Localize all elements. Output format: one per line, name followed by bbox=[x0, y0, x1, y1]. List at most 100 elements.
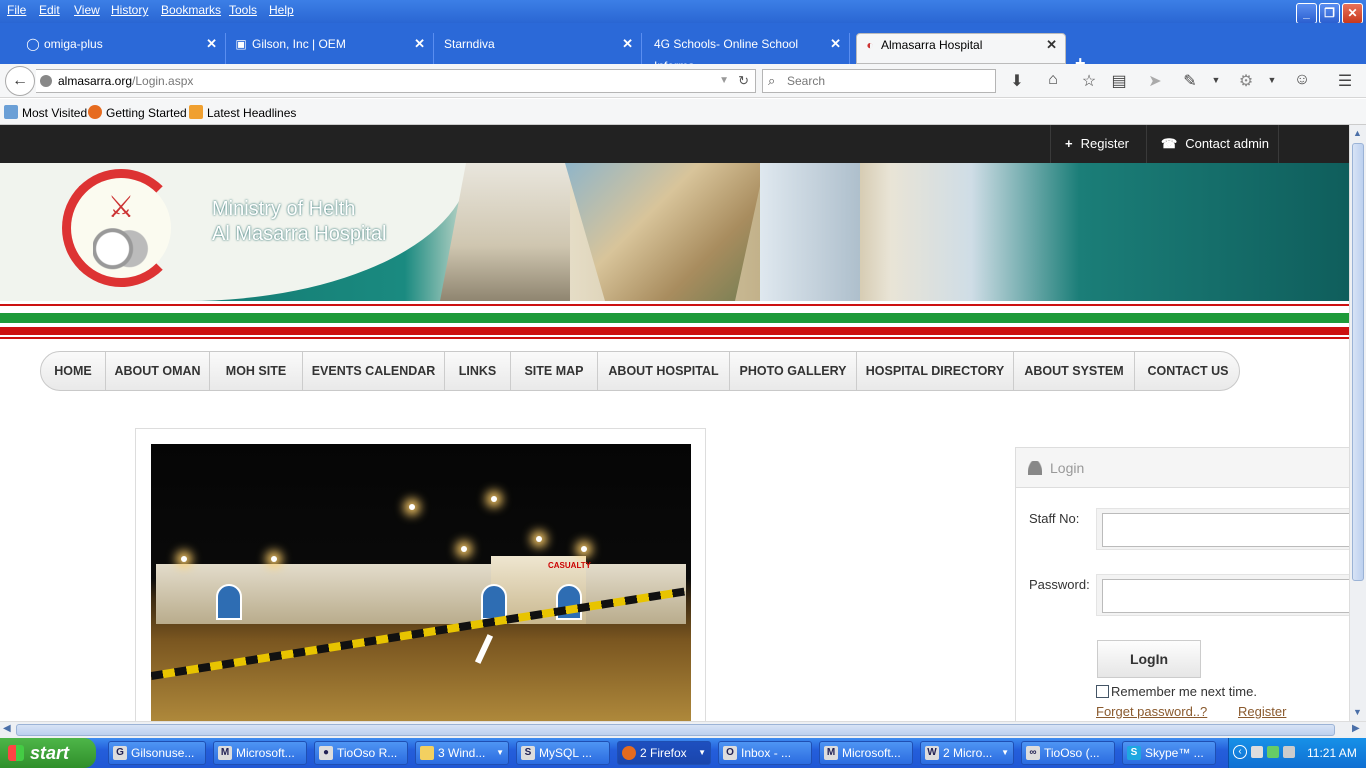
nav-links[interactable]: LINKS bbox=[445, 352, 511, 390]
nav-about-oman[interactable]: ABOUT OMAN bbox=[106, 352, 210, 390]
restore-button[interactable]: ❐ bbox=[1319, 3, 1340, 24]
search-input[interactable]: ⌕ Search bbox=[762, 69, 996, 93]
nav-moh-site[interactable]: MOH SITE bbox=[210, 352, 303, 390]
bookmark-getting-started[interactable]: Getting Started bbox=[88, 105, 187, 120]
login-title: Login bbox=[1050, 460, 1085, 476]
tab-title: Gilson, Inc | OEM bbox=[252, 37, 346, 51]
hamburger-menu-icon[interactable]: ☰ bbox=[1335, 71, 1355, 91]
loading-icon: ◐ bbox=[866, 38, 874, 52]
menu-tools[interactable]: Tools bbox=[229, 3, 257, 17]
eyedropper-icon[interactable]: ✎ bbox=[1180, 71, 1200, 91]
taskbar-item[interactable]: M Microsoft... bbox=[819, 741, 913, 765]
taskbar-item[interactable]: ● TioOso R... bbox=[314, 741, 408, 765]
nav-site-map[interactable]: SITE MAP bbox=[511, 352, 598, 390]
scroll-down-icon[interactable]: ▼ bbox=[1353, 707, 1362, 717]
taskbar-item[interactable]: M Microsoft... bbox=[213, 741, 307, 765]
reading-list-icon[interactable]: ▤ bbox=[1109, 71, 1129, 91]
nav-hospital-directory[interactable]: HOSPITAL DIRECTORY bbox=[857, 352, 1014, 390]
dropdown-arrow-icon[interactable]: ▼ bbox=[1206, 75, 1226, 85]
taskbar-item[interactable]: ∞ TioOso (... bbox=[1021, 741, 1115, 765]
start-button[interactable]: start bbox=[0, 738, 96, 768]
horizontal-scroll-thumb[interactable] bbox=[16, 724, 1335, 736]
dropdown-arrow-icon: ▼ bbox=[1001, 748, 1009, 757]
menu-history[interactable]: History bbox=[111, 3, 148, 17]
menu-help[interactable]: Help bbox=[269, 3, 294, 17]
url-bar[interactable]: almasarra.org/Login.aspx ▼ ↻ bbox=[36, 69, 756, 93]
network-icon[interactable] bbox=[1251, 746, 1263, 758]
smiley-icon[interactable]: ☺ bbox=[1292, 71, 1312, 89]
tab-4g-schools[interactable]: 4G Schools- Online School Informa... ✕ bbox=[644, 33, 850, 73]
remember-me-checkbox[interactable] bbox=[1096, 685, 1109, 698]
home-icon[interactable]: ⌂ bbox=[1043, 71, 1063, 89]
close-tab-icon[interactable]: ✕ bbox=[206, 33, 217, 55]
security-icon[interactable] bbox=[1267, 746, 1279, 758]
taskbar-item[interactable]: S MySQL ... bbox=[516, 741, 610, 765]
vertical-scroll-thumb[interactable] bbox=[1352, 143, 1364, 581]
nav-contact-us[interactable]: CONTACT US bbox=[1135, 352, 1239, 390]
taskbar-item[interactable]: 3 Wind... ▼ bbox=[415, 741, 509, 765]
nav-about-system[interactable]: ABOUT SYSTEM bbox=[1014, 352, 1135, 390]
firefox-icon bbox=[622, 746, 636, 760]
vertical-scrollbar[interactable]: ▲ ▼ bbox=[1349, 125, 1366, 721]
nav-about-hospital[interactable]: ABOUT HOSPITAL bbox=[598, 352, 730, 390]
nav-photo-gallery[interactable]: PHOTO GALLERY bbox=[730, 352, 857, 390]
bookmark-most-visited[interactable]: Most Visited bbox=[4, 105, 87, 120]
login-register-link[interactable]: Register bbox=[1238, 704, 1286, 719]
menu-edit[interactable]: Edit bbox=[39, 3, 60, 17]
tab-omiga-plus[interactable]: ◯ omiga-plus ✕ bbox=[20, 33, 226, 64]
taskbar-item[interactable]: S Skype™ ... bbox=[1122, 741, 1216, 765]
taskbar-item[interactable]: G Gilsonuse... bbox=[108, 741, 206, 765]
scroll-up-icon[interactable]: ▲ bbox=[1353, 128, 1362, 138]
tab-almasarra[interactable]: ◐ Almasarra Hospital ✕ bbox=[856, 33, 1066, 64]
forgot-password-link[interactable]: Forget password..? bbox=[1096, 704, 1207, 719]
tab-strip: ◯ omiga-plus ✕ ▣ Gilson, Inc | OEM ✕ Sta… bbox=[0, 23, 1366, 73]
minimize-button[interactable]: _ bbox=[1296, 3, 1317, 24]
chat-icon: ∞ bbox=[1026, 746, 1040, 760]
dropdown-arrow-icon[interactable]: ▼ bbox=[719, 70, 729, 92]
bookmark-star-icon[interactable]: ☆ bbox=[1079, 71, 1099, 91]
close-tab-icon[interactable]: ✕ bbox=[830, 33, 841, 55]
menu-view[interactable]: View bbox=[74, 3, 100, 17]
download-icon[interactable]: ⬇ bbox=[1007, 71, 1027, 91]
dropdown-arrow-icon: ▼ bbox=[496, 748, 504, 757]
ministry-logo: ⚔ bbox=[62, 169, 180, 287]
tray-expand-icon[interactable]: ‹ bbox=[1233, 745, 1247, 759]
taskbar-item[interactable]: O Inbox - ... bbox=[718, 741, 812, 765]
close-window-button[interactable]: ✕ bbox=[1342, 3, 1363, 24]
send-icon[interactable]: ➤ bbox=[1145, 71, 1165, 91]
staff-no-field-wrap bbox=[1096, 508, 1349, 550]
remember-me[interactable]: Remember me next time. bbox=[1096, 684, 1257, 699]
word-icon: W bbox=[925, 746, 939, 760]
password-input[interactable] bbox=[1102, 579, 1349, 613]
close-tab-icon[interactable]: ✕ bbox=[414, 33, 425, 55]
tab-gilson[interactable]: ▣ Gilson, Inc | OEM ✕ bbox=[228, 33, 434, 64]
nav-events-calendar[interactable]: EVENTS CALENDAR bbox=[303, 352, 445, 390]
menu-bar: File Edit View History Bookmarks Tools H… bbox=[0, 0, 1366, 24]
login-button[interactable]: LogIn bbox=[1097, 640, 1201, 678]
tab-starndiva[interactable]: Starndiva ✕ bbox=[436, 33, 642, 64]
extension-icon[interactable]: ⚙ bbox=[1236, 71, 1256, 91]
taskbar-item[interactable]: W 2 Micro... ▼ bbox=[920, 741, 1014, 765]
bookmark-latest-headlines[interactable]: Latest Headlines bbox=[189, 105, 296, 120]
scroll-right-icon[interactable]: ▶ bbox=[1352, 723, 1360, 734]
nav-home[interactable]: HOME bbox=[41, 352, 106, 390]
reload-icon[interactable]: ↻ bbox=[738, 70, 749, 92]
taskbar-item-firefox[interactable]: 2 Firefox ▼ bbox=[617, 741, 711, 765]
dropdown-arrow-icon[interactable]: ▼ bbox=[1262, 75, 1282, 85]
register-link[interactable]: + Register bbox=[1050, 125, 1146, 163]
street-lamp bbox=[536, 536, 542, 542]
contact-admin-link[interactable]: ☎ Contact admin bbox=[1146, 125, 1279, 163]
horizontal-scrollbar[interactable]: ◀ ▶ bbox=[0, 721, 1366, 738]
staff-no-input[interactable] bbox=[1102, 513, 1349, 547]
menu-bookmarks[interactable]: Bookmarks bbox=[161, 3, 221, 17]
site-top-bar: + Register ☎ Contact admin bbox=[0, 125, 1349, 163]
scroll-left-icon[interactable]: ◀ bbox=[3, 723, 11, 734]
heads-icon bbox=[93, 228, 149, 274]
stethoscope-image bbox=[760, 163, 860, 301]
close-tab-icon[interactable]: ✕ bbox=[622, 33, 633, 55]
back-button[interactable]: ← bbox=[5, 66, 35, 96]
close-tab-icon[interactable]: ✕ bbox=[1046, 34, 1057, 56]
menu-file[interactable]: File bbox=[7, 3, 26, 17]
volume-icon[interactable] bbox=[1283, 746, 1295, 758]
taskbar-item-label: Microsoft... bbox=[236, 746, 295, 760]
